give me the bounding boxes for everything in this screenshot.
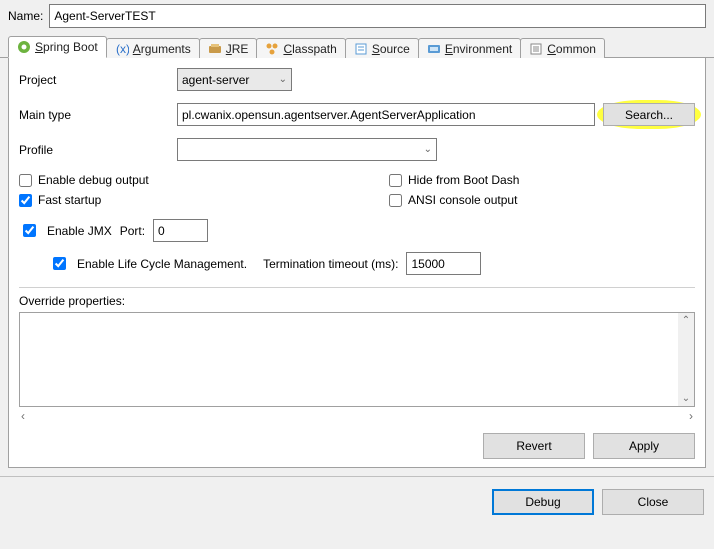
project-value: agent-server (182, 73, 249, 87)
chevron-down-icon: ⌄ (279, 74, 287, 85)
close-label: Close (638, 495, 669, 509)
scroll-left-icon: ‹ (21, 409, 25, 423)
enable-debug-label: Enable debug output (38, 173, 149, 187)
fast-startup-label: Fast startup (38, 193, 101, 207)
tab-classpath[interactable]: Classpath (256, 38, 345, 58)
port-input[interactable] (153, 219, 208, 242)
revert-button[interactable]: Revert (483, 433, 585, 459)
revert-label: Revert (516, 439, 551, 453)
ansi-console-checkbox[interactable] (389, 194, 402, 207)
name-label: Name: (8, 9, 43, 23)
main-type-label: Main type (19, 108, 169, 122)
tab-label: JRE (226, 42, 249, 56)
tab-bar: Spring Boot (x)= Arguments JRE Classpath… (0, 36, 714, 58)
tab-jre[interactable]: JRE (199, 38, 258, 58)
tab-label: Spring Boot (35, 40, 98, 54)
close-button[interactable]: Close (602, 489, 704, 515)
name-input[interactable] (49, 4, 706, 28)
project-select[interactable]: agent-server ⌄ (177, 68, 292, 91)
apply-label: Apply (629, 439, 659, 453)
tab-common[interactable]: Common (520, 38, 605, 58)
tab-label: Common (547, 42, 596, 56)
tab-label: Source (372, 42, 410, 56)
enable-jmx-label: Enable JMX (47, 224, 112, 238)
separator (19, 287, 695, 288)
scroll-right-icon: › (689, 409, 693, 423)
profile-label: Profile (19, 143, 169, 157)
port-label: Port: (120, 224, 145, 238)
ansi-console-label: ANSI console output (408, 193, 517, 207)
tab-environment[interactable]: Environment (418, 38, 521, 58)
debug-label: Debug (525, 495, 560, 509)
search-button[interactable]: Search... (603, 103, 695, 126)
override-properties-label: Override properties: (19, 294, 695, 308)
tab-label: Arguments (133, 42, 191, 56)
debug-button[interactable]: Debug (492, 489, 594, 515)
classpath-icon (265, 42, 279, 56)
spring-boot-icon (17, 40, 31, 54)
chevron-down-icon: ⌄ (424, 144, 432, 155)
source-icon (354, 42, 368, 56)
enable-jmx-checkbox[interactable] (23, 224, 36, 237)
enable-lcm-checkbox[interactable] (53, 257, 66, 270)
termination-timeout-input[interactable] (406, 252, 481, 275)
tab-spring-boot[interactable]: Spring Boot (8, 36, 107, 58)
profile-select[interactable]: ⌄ (177, 138, 437, 161)
jre-icon (208, 42, 222, 56)
search-button-label: Search... (625, 108, 673, 122)
enable-lcm-label: Enable Life Cycle Management. (77, 257, 247, 271)
main-type-input[interactable] (177, 103, 595, 126)
common-icon (529, 42, 543, 56)
hide-boot-dash-label: Hide from Boot Dash (408, 173, 519, 187)
environment-icon (427, 42, 441, 56)
arguments-icon: (x)= (115, 42, 129, 56)
termination-timeout-label: Termination timeout (ms): (263, 257, 398, 271)
tab-arguments[interactable]: (x)= Arguments (106, 38, 200, 58)
scroll-down-icon: ⌄ (682, 391, 690, 406)
tab-source[interactable]: Source (345, 38, 419, 58)
vertical-scrollbar[interactable]: ⌃ ⌄ (678, 313, 694, 406)
scroll-up-icon: ⌃ (682, 313, 690, 328)
enable-debug-checkbox[interactable] (19, 174, 32, 187)
override-properties-area-wrap: ⌃ ⌄ (19, 312, 695, 407)
project-label: Project (19, 73, 169, 87)
horizontal-scrollbar[interactable]: ‹ › (19, 409, 695, 423)
svg-text:(x)=: (x)= (116, 42, 129, 56)
fast-startup-checkbox[interactable] (19, 194, 32, 207)
override-properties-textarea[interactable] (20, 313, 678, 406)
apply-button[interactable]: Apply (593, 433, 695, 459)
spring-boot-panel: Project agent-server ⌄ Main type Search.… (8, 58, 706, 468)
tab-label: Environment (445, 42, 512, 56)
hide-boot-dash-checkbox[interactable] (389, 174, 402, 187)
tab-label: Classpath (283, 42, 336, 56)
